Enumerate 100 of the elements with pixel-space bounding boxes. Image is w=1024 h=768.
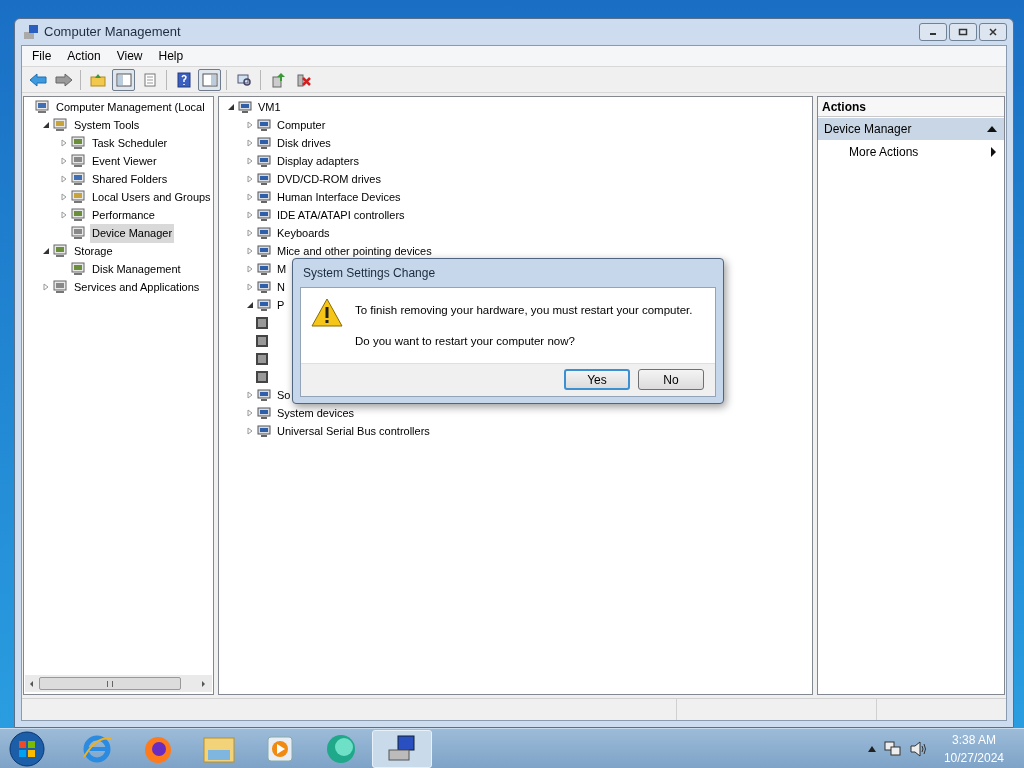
tree-item[interactable]: Local Users and Groups [90,187,213,207]
expand-arrow-icon[interactable] [246,229,254,237]
tree-item[interactable]: Services and Applications [72,277,202,297]
media-player-icon [266,734,294,763]
collapse-arrow-icon[interactable] [227,103,235,111]
collapse-arrow-icon[interactable] [42,247,50,255]
section-header[interactable]: Device Manager [818,118,1004,140]
expand-arrow-icon[interactable] [60,157,68,165]
node-icon [34,99,50,115]
update-driver-icon [269,71,286,88]
collapse-arrow-icon[interactable] [987,126,997,132]
submenu-arrow-icon [991,147,996,157]
expand-arrow-icon[interactable] [246,157,254,165]
processor-icon [255,334,269,348]
expand-arrow-icon[interactable] [246,193,254,201]
expand-arrow-icon[interactable] [60,175,68,183]
node-icon [70,153,86,169]
uninstall-icon [295,71,312,88]
maximize-icon [958,28,968,36]
device-icon [256,261,272,277]
dialog-button[interactable]: No [638,369,704,391]
menu-item[interactable]: File [24,47,60,65]
horizontal-scrollbar[interactable] [25,675,212,692]
collapse-arrow-icon[interactable] [246,301,254,309]
toolbar-button[interactable] [112,68,135,91]
device-icon [256,117,272,133]
device-category[interactable]: M [277,260,287,278]
device-icon [256,405,272,421]
device-icon [256,387,272,403]
device-category[interactable]: System devices [277,404,355,422]
tree-item[interactable]: Disk Management [90,259,183,279]
taskbar-button[interactable] [372,729,432,768]
start-button[interactable] [7,729,47,768]
expand-arrow-icon[interactable] [42,283,50,291]
volume-icon[interactable] [909,740,928,757]
expand-arrow-icon[interactable] [246,121,254,129]
device-category[interactable]: Computer [277,116,326,134]
device-category[interactable]: Display adapters [277,152,359,170]
expand-arrow-icon[interactable] [246,409,254,417]
tree-item[interactable]: Task Scheduler [90,133,170,153]
tree-item[interactable]: Device Manager [90,223,175,243]
panel-icon [115,72,132,87]
folder-icon [89,72,106,87]
panel-icon [201,72,218,87]
tree-item[interactable]: Event Viewer [90,151,159,171]
expand-arrow-icon[interactable] [246,427,254,435]
device-icon [256,297,272,313]
maximize-button[interactable] [949,23,977,41]
network-icon[interactable] [883,740,902,757]
device-category[interactable]: P [277,296,285,314]
device-category[interactable]: Mice and other pointing devices [277,242,432,260]
device-icon [256,153,272,169]
device-category[interactable]: Human Interface Devices [277,188,401,206]
device-category[interactable]: Universal Serial Bus controllers [277,422,430,440]
minimize-button[interactable] [919,23,947,41]
expand-arrow-icon[interactable] [60,139,68,147]
tree-item[interactable]: System Tools [72,115,142,135]
dialog-button[interactable]: Yes [564,369,630,391]
device-category[interactable]: IDE ATA/ATAPI controllers [277,206,405,224]
expand-arrow-icon[interactable] [246,139,254,147]
tree-item[interactable]: Performance [90,205,157,225]
document-icon [142,72,157,87]
expand-arrow-icon[interactable] [246,175,254,183]
menu-item[interactable]: Help [150,47,192,65]
device-category[interactable]: So [277,386,291,404]
scan-icon [235,71,252,88]
device-icon [237,99,253,115]
expand-arrow-icon[interactable] [246,211,254,219]
show-hidden-icons-button[interactable] [867,745,876,752]
menu-item[interactable]: Action [59,47,109,65]
device-category[interactable]: VM1 [258,98,281,116]
device-category[interactable]: Disk drives [277,134,331,152]
device-category[interactable]: N [277,278,285,296]
tree-item[interactable]: Shared Folders [90,169,170,189]
close-button[interactable] [979,23,1007,41]
expand-arrow-icon[interactable] [246,265,254,273]
expand-arrow-icon[interactable] [60,211,68,219]
collapse-arrow-icon[interactable] [42,121,50,129]
processor-icon [255,352,269,366]
device-icon [256,135,272,151]
action-link[interactable]: More Actions [849,143,919,161]
expand-arrow-icon[interactable] [60,193,68,201]
node-icon [52,117,68,133]
device-category[interactable]: DVD/CD-ROM drives [277,170,381,188]
node-icon [70,261,86,277]
expand-arrow-icon[interactable] [246,283,254,291]
node-icon [52,243,68,259]
tree-item[interactable]: Computer Management (Local [54,97,207,117]
menu-item[interactable]: View [108,47,151,65]
tree-item[interactable]: Storage [72,241,115,261]
dialog-message: Do you want to restart your computer now? [355,334,576,350]
node-icon [70,171,86,187]
device-category[interactable]: Keyboards [277,224,330,242]
device-icon [256,423,272,439]
toolbar-button[interactable] [198,68,221,91]
expand-arrow-icon[interactable] [246,247,254,255]
device-icon [256,171,272,187]
expand-arrow-icon[interactable] [246,391,254,399]
help-icon [176,71,191,88]
computer-icon [23,24,39,40]
